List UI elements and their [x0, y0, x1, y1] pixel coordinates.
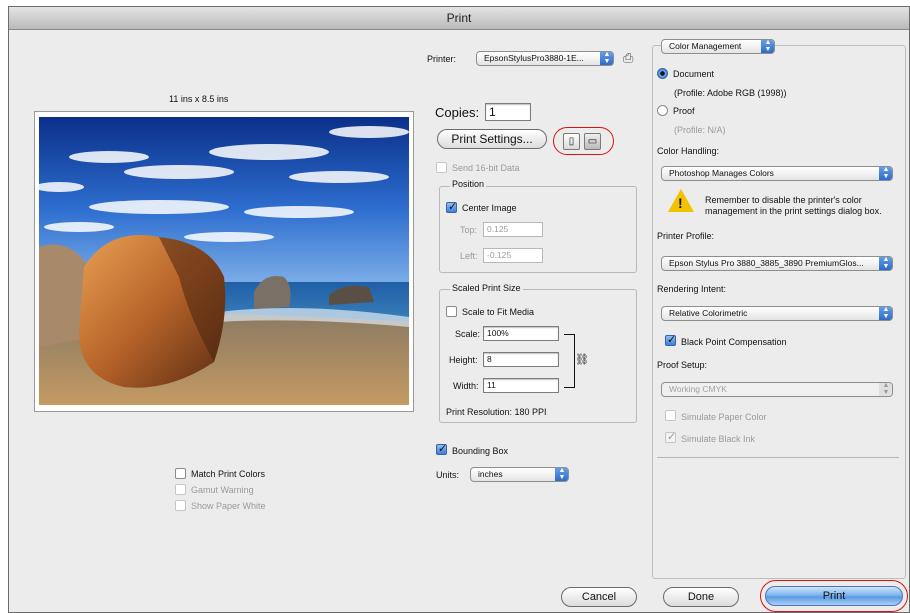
warning-icon-mark: ! — [678, 195, 683, 211]
proof-setup-popup[interactable]: Working CMYK ▲ ▼ — [661, 382, 893, 397]
rendering-intent-label: Rendering Intent: — [657, 284, 727, 294]
popup-arrows-icon: ▲ ▼ — [761, 40, 774, 53]
simulate-paper-color-checkbox[interactable] — [665, 410, 676, 421]
printer-profile-popup[interactable]: Epson Stylus Pro 3880_3885_3890 PremiumG… — [661, 256, 893, 271]
print-settings-button[interactable]: Print Settings... — [437, 129, 547, 149]
preview-photo — [39, 117, 409, 405]
cancel-button[interactable]: Cancel — [561, 587, 637, 607]
done-button[interactable]: Done — [663, 587, 739, 607]
rendering-intent-value: Relative Colorimetric — [669, 308, 748, 318]
match-print-colors-checkbox[interactable] — [175, 468, 186, 479]
gamut-warning-checkbox[interactable] — [175, 484, 186, 495]
width-field[interactable]: 11 — [483, 378, 559, 393]
units-label: Units: — [436, 470, 460, 480]
printer-setup-icon[interactable]: ⎙ — [623, 50, 633, 66]
landscape-orientation-icon[interactable]: ▭ — [584, 133, 601, 150]
printer-label: Printer: — [427, 54, 457, 64]
center-image-label: Center Image — [462, 203, 517, 213]
title-bar[interactable]: Print — [9, 7, 909, 30]
units-popup[interactable]: inches ▲ ▼ — [470, 467, 569, 482]
popup-arrows-icon: ▲ ▼ — [600, 52, 613, 65]
proof-radio[interactable] — [657, 105, 668, 116]
send-16bit-label: Send 16-bit Data — [452, 163, 520, 173]
gamut-warning-label: Gamut Warning — [191, 485, 254, 495]
proof-label: Proof — [673, 106, 695, 116]
document-radio[interactable] — [657, 68, 668, 79]
black-point-compensation-label: Black Point Compensation — [681, 337, 787, 347]
proof-setup-label: Proof Setup: — [657, 360, 708, 370]
height-field[interactable]: 8 — [483, 352, 559, 367]
print-preview[interactable] — [34, 111, 414, 412]
popup-arrows-icon: ▲ ▼ — [555, 468, 568, 481]
print-dialog: Print 11 ins x 8.5 ins Match Print Color… — [8, 6, 910, 613]
show-paper-white-label: Show Paper White — [191, 501, 266, 511]
document-label: Document — [673, 69, 715, 79]
width-label: Width: — [453, 381, 479, 391]
color-handling-label: Color Handling: — [657, 146, 720, 156]
match-print-colors-label: Match Print Colors — [191, 469, 266, 479]
scale-to-fit-checkbox[interactable] — [446, 306, 457, 317]
popup-arrows-icon: ▲ ▼ — [879, 167, 892, 180]
scale-label: Scale: — [455, 329, 481, 339]
send-16bit-checkbox[interactable] — [436, 162, 447, 173]
warning-message: Remember to disable the printer's color … — [705, 195, 882, 216]
show-paper-white-checkbox[interactable] — [175, 500, 186, 511]
scale-field[interactable]: 100% — [483, 326, 559, 341]
popup-arrows-icon: ▲ ▼ — [879, 257, 892, 270]
simulate-black-ink-checkbox[interactable] — [665, 430, 676, 443]
popup-arrows-icon: ▲ ▼ — [879, 383, 892, 396]
left-field[interactable]: -0.125 — [483, 248, 543, 263]
proof-setup-value: Working CMYK — [669, 384, 727, 394]
preview-size-label: 11 ins x 8.5 ins — [169, 94, 229, 104]
bounding-box-checkbox[interactable] — [436, 442, 447, 455]
color-handling-popup[interactable]: Photoshop Manages Colors ▲ ▼ — [661, 166, 893, 181]
copies-label: Copies: — [435, 105, 480, 120]
simulate-black-ink-label: Simulate Black Ink — [681, 434, 756, 444]
popup-arrows-icon: ▲ ▼ — [879, 307, 892, 320]
height-label: Height: — [449, 355, 478, 365]
print-button[interactable]: Print — [765, 586, 903, 606]
copies-field[interactable]: 1 — [485, 103, 531, 121]
window-title: Print — [446, 11, 472, 25]
color-management-section-popup[interactable]: Color Management ▲ ▼ — [661, 39, 775, 54]
scale-to-fit-label: Scale to Fit Media — [462, 307, 535, 317]
simulate-paper-color-label: Simulate Paper Color — [681, 412, 767, 422]
printer-profile-label: Printer Profile: — [657, 231, 715, 241]
chain-link-icon[interactable]: ⛓ — [575, 353, 589, 366]
printer-value: EpsonStylusPro3880-1E... — [484, 53, 584, 63]
left-label: Left: — [460, 251, 478, 261]
color-handling-value: Photoshop Manages Colors — [669, 168, 774, 178]
top-label: Top: — [460, 225, 478, 235]
scaled-print-size-title: Scaled Print Size — [450, 283, 523, 293]
portrait-orientation-icon[interactable]: ▯ — [563, 133, 580, 150]
black-point-compensation-checkbox[interactable] — [665, 333, 676, 346]
bounding-box-label: Bounding Box — [452, 446, 509, 456]
panel-divider — [657, 457, 899, 458]
document-profile-label: (Profile: Adobe RGB (1998)) — [674, 88, 787, 98]
constrain-bracket — [564, 334, 575, 388]
section-popup-value: Color Management — [669, 41, 742, 51]
proof-profile-label: (Profile: N/A) — [674, 125, 726, 135]
rendering-intent-popup[interactable]: Relative Colorimetric ▲ ▼ — [661, 306, 893, 321]
position-group-title: Position — [450, 179, 487, 189]
center-image-checkbox[interactable] — [446, 200, 457, 213]
print-resolution-label: Print Resolution: 180 PPI — [446, 407, 547, 417]
printer-profile-value: Epson Stylus Pro 3880_3885_3890 PremiumG… — [669, 258, 864, 268]
printer-popup[interactable]: EpsonStylusPro3880-1E... ▲ ▼ — [476, 51, 614, 66]
top-field[interactable]: 0.125 — [483, 222, 543, 237]
